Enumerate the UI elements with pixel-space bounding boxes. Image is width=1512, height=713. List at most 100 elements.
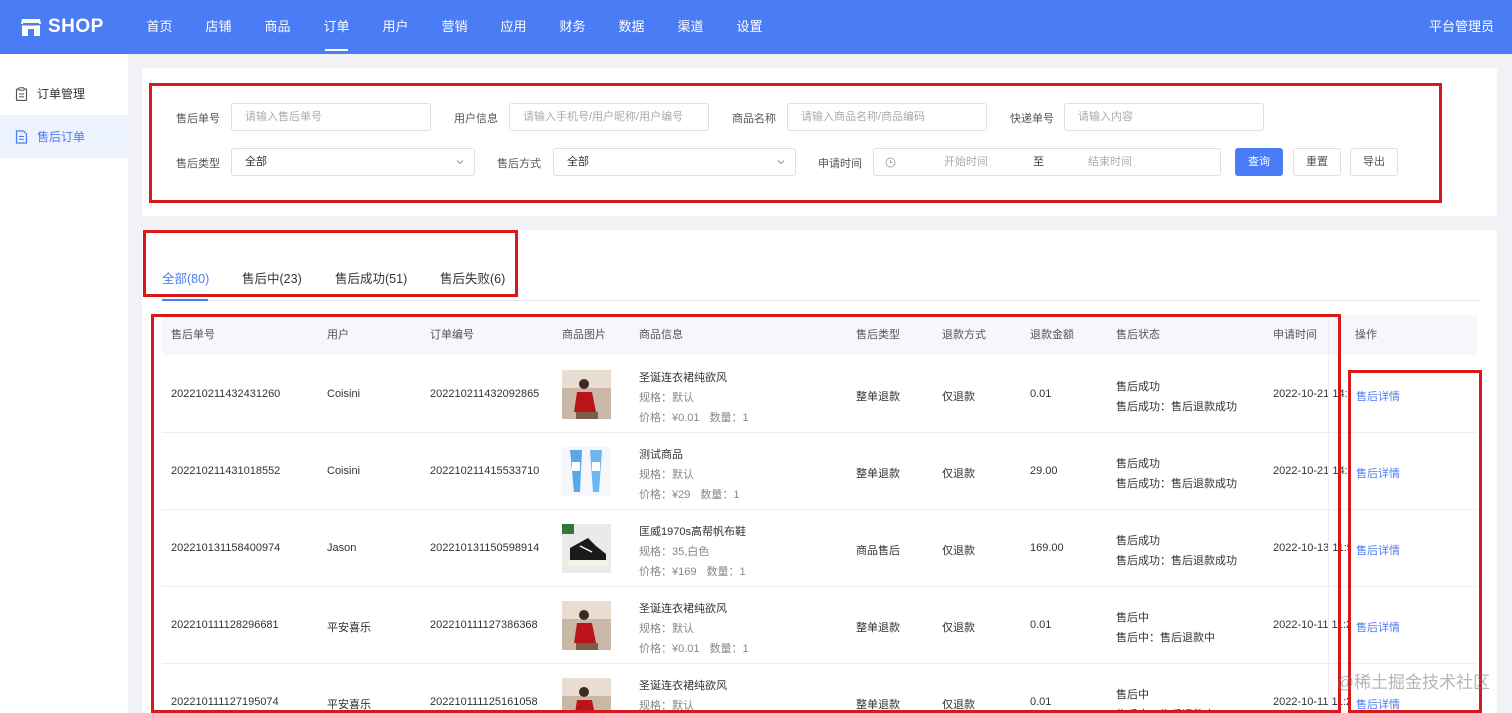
product-spec: 规格：35,白色 [639,546,710,558]
product-image[interactable] [562,601,611,650]
after-sale-no-label: 售后单号 [176,113,220,125]
product-info: 圣诞连衣裙纯欲风 规格：默认 价格：¥0.01 数量：1 [639,599,749,659]
brand-name: SHOP [48,16,104,37]
chevron-down-icon [777,160,785,165]
nav-item-8[interactable]: 数据 [602,0,661,54]
after-sale-detail-link[interactable]: 售后详情 [1356,696,1400,712]
th-after-sale-type: 售后类型 [856,329,900,341]
product-price: 价格：¥169 [639,566,697,578]
product-image[interactable] [562,524,611,573]
cell-refund-amount: 0.01 [1030,388,1052,400]
cell-after-sale-type: 整单退款 [856,622,900,634]
cell-user: Jason [327,542,357,554]
nav-item-0[interactable]: 首页 [130,0,189,54]
cell-after-sale-type: 整单退款 [856,391,900,403]
fixed-column-divider [1328,315,1329,713]
product-price: 价格：¥29 [639,489,691,501]
product-info: 圣诞连衣裙纯欲风 规格：默认 [639,676,727,713]
cell-refund-method: 仅退款 [942,545,975,557]
nav-item-9[interactable]: 渠道 [661,0,720,54]
after-sale-detail-link[interactable]: 售后详情 [1356,465,1400,481]
product-price: 价格：¥0.01 [639,643,700,655]
after-sale-list-panel: 全部(80) 售后中(23) 售后成功(51) 售后失败(6) 售后单号 用户 … [142,230,1497,713]
cell-after-sale-type: 商品售后 [856,545,900,557]
user-info-input[interactable] [523,104,708,130]
product-name: 圣诞连衣裙纯欲风 [639,372,727,384]
cell-apply-time: 2022-10-11 11:2 [1273,696,1348,708]
product-qty: 数量：1 [709,643,749,655]
product-name-input[interactable] [801,104,986,130]
active-tab-indicator [162,299,208,301]
after-sale-detail-link[interactable]: 售后详情 [1356,542,1400,558]
search-button[interactable]: 查询 [1235,148,1283,176]
th-product-info: 商品信息 [639,329,683,341]
current-user[interactable]: 平台管理员 [1429,0,1494,54]
cell-refund-amount: 29.00 [1030,465,1058,477]
product-thumbnail-dress [562,601,611,650]
cell-after-sale-status: 售后中售后中：售后退款中 [1116,608,1215,648]
tab-divider [162,300,1479,301]
start-time-input[interactable]: 开始时间 [944,149,988,175]
th-refund-amount: 退款金额 [1030,329,1074,341]
export-button[interactable]: 导出 [1350,148,1398,176]
sidebar-item-order-management[interactable]: 订单管理 [0,72,128,115]
reset-button[interactable]: 重置 [1293,148,1341,176]
cell-refund-method: 仅退款 [942,699,975,711]
cell-user: 平安喜乐 [327,699,371,711]
status-detail: 售后成功：售后退款成功 [1116,478,1237,490]
nav-item-3[interactable]: 订单 [307,0,366,54]
th-after-sale-no: 售后单号 [171,329,215,341]
product-name-label: 商品名称 [732,113,776,125]
cell-refund-amount: 169.00 [1030,542,1064,554]
chevron-down-icon [456,160,464,165]
watermark: @稀土掘金技术社区 [1336,673,1490,692]
store-icon [21,19,41,36]
table-row: 202210111128296681 平安喜乐 202210111127386368… [162,587,1477,664]
product-name: 圣诞连衣裙纯欲风 [639,680,727,692]
apply-time-range-picker[interactable]: 开始时间 至 结束时间 [873,148,1221,176]
sidebar: 订单管理 售后订单 [0,54,128,713]
tab-in-progress[interactable]: 售后中(23) [242,268,302,287]
express-no-field[interactable] [1064,103,1264,131]
product-image[interactable] [562,447,611,496]
end-time-input[interactable]: 结束时间 [1088,149,1132,175]
nav-item-4[interactable]: 用户 [366,0,425,54]
nav-item-5[interactable]: 营销 [425,0,484,54]
user-info-field[interactable] [509,103,709,131]
filter-panel: 售后单号 用户信息 商品名称 快递单号 售后类型 全部 售后方式 全部 申请时间… [142,68,1497,216]
status-text: 售后成功 [1116,535,1160,547]
after-sale-method-select[interactable]: 全部 [553,148,796,176]
tab-all[interactable]: 全部(80) [162,268,209,287]
after-sale-detail-link[interactable]: 售后详情 [1356,619,1400,635]
product-spec: 规格：默认 [639,392,694,404]
nav-item-1[interactable]: 店铺 [189,0,248,54]
cell-user: 平安喜乐 [327,622,371,634]
tab-failed[interactable]: 售后失败(6) [440,268,505,287]
product-price: 价格：¥0.01 [639,412,700,424]
tab-success[interactable]: 售后成功(51) [335,268,407,287]
product-thumbnail-tubes [562,447,611,496]
after-sale-type-select[interactable]: 全部 [231,148,475,176]
th-after-sale-status: 售后状态 [1116,329,1160,341]
logo[interactable]: SHOP [20,14,104,40]
product-image[interactable] [562,678,611,713]
nav-item-7[interactable]: 财务 [543,0,602,54]
product-thumbnail-dress [562,678,611,713]
status-text: 售后中 [1116,612,1149,624]
after-sale-detail-link[interactable]: 售后详情 [1356,388,1400,404]
nav-item-6[interactable]: 应用 [484,0,543,54]
cell-after-sale-no: 202210111127195074 [171,696,279,708]
nav-item-2[interactable]: 商品 [248,0,307,54]
cell-user: Coisini [327,388,361,400]
product-image[interactable] [562,370,611,419]
product-name-field[interactable] [787,103,987,131]
after-sale-no-input[interactable] [245,104,430,130]
cell-after-sale-no: 202210211431018552 [171,465,281,477]
status-detail: 售后成功：售后退款成功 [1116,401,1237,413]
status-text: 售后成功 [1116,381,1160,393]
nav-item-10[interactable]: 设置 [720,0,779,54]
after-sale-no-field[interactable] [231,103,431,131]
product-qty: 数量：1 [700,489,740,501]
express-no-input[interactable] [1078,104,1263,130]
sidebar-item-after-sale-orders[interactable]: 售后订单 [0,115,128,158]
